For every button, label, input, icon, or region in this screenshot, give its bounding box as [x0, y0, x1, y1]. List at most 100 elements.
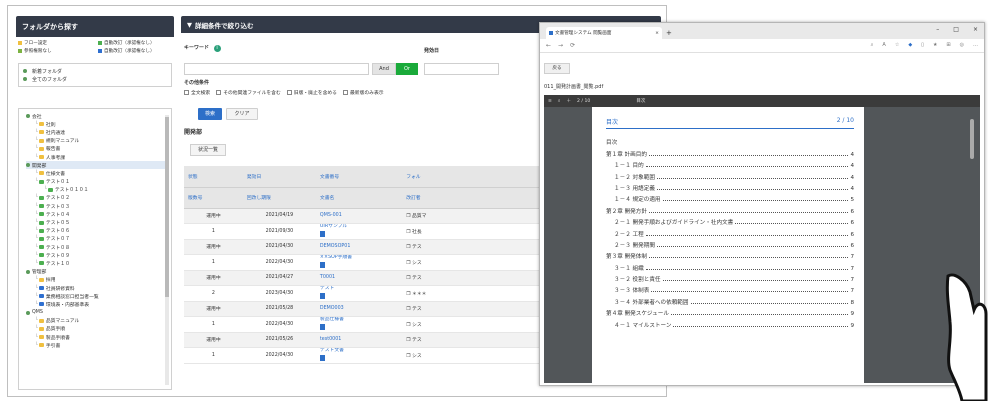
window-close-icon[interactable]: × [973, 26, 978, 33]
tree-item[interactable]: 会社 [26, 112, 165, 120]
toc-entry[interactable]: １－１ 目的 4 [606, 158, 854, 169]
zoom-in-icon[interactable]: ＋ [566, 98, 571, 104]
close-icon[interactable]: × [655, 31, 659, 36]
document-link[interactable]: QMS-001 [320, 213, 342, 218]
toc-entry[interactable]: ２－２ 工程 6 [606, 226, 854, 238]
table-header-status[interactable]: 状態 [184, 166, 243, 188]
page-number[interactable]: 2 / 10 [577, 99, 590, 104]
document-link[interactable]: DEMO003 [320, 306, 344, 311]
toc-entry[interactable]: ３－１ 組織 7 [606, 260, 854, 272]
toc-entry[interactable]: １－４ 規定の適用 5 [606, 192, 854, 203]
search-icon[interactable]: ⌕ [558, 98, 561, 104]
zoom-icon[interactable]: ⌕ [871, 42, 874, 48]
toc-entry[interactable]: ４－１ マイルストーン 9 [606, 317, 854, 329]
document-link[interactable]: DEMOSOP01 [320, 244, 350, 249]
tree-scrollbar-thumb[interactable] [165, 117, 169, 297]
and-button[interactable]: And [372, 63, 396, 75]
document-link[interactable]: テスト文書 [320, 348, 344, 353]
info-icon[interactable]: i [213, 45, 221, 52]
tree-item[interactable]: └ 仕様文書 [26, 169, 165, 177]
option-checkbox[interactable]: 旧版・廃止を含める [286, 89, 337, 96]
tree-item[interactable]: └ 規則マニュアル [26, 137, 165, 145]
tree-item[interactable]: └ テスト０１０１ [26, 186, 165, 194]
checkbox-box[interactable] [342, 90, 348, 95]
toc-entry[interactable]: ３－２ 役割と責任 7 [606, 272, 854, 283]
tree-item[interactable]: └ 社員研修資料 [26, 284, 165, 292]
top-folder-item[interactable]: 新着フォルダ [23, 67, 167, 75]
document-icon[interactable] [319, 324, 325, 331]
tree-item[interactable]: └ テスト１０ [26, 259, 165, 267]
table-header-version[interactable]: 版数号 [184, 187, 243, 209]
toc-entry[interactable]: 第２章 開発方針 6 [606, 203, 854, 215]
document-link[interactable]: test0001 [320, 337, 341, 342]
new-tab-icon[interactable]: + [666, 29, 672, 37]
document-icon[interactable] [319, 355, 325, 362]
tree-item[interactable]: └ 人事考課 [26, 153, 165, 161]
date-input[interactable] [424, 63, 499, 75]
toc-entry[interactable]: ２－１ 開発手順およびガイドライン・社内文書 6 [606, 215, 854, 226]
top-folder-item[interactable]: 全てのフォルダ [23, 75, 167, 83]
table-header-date[interactable]: 発効日 [242, 166, 316, 188]
checkbox-box[interactable] [184, 90, 189, 95]
checkbox-box[interactable] [216, 90, 222, 95]
tree-item[interactable]: └ テスト０５ [26, 218, 165, 226]
tree-item[interactable]: └ 採用 [26, 276, 165, 284]
tree-item[interactable]: └ テスト０３ [26, 202, 165, 210]
collections-icon[interactable]: ⊞ [946, 42, 950, 48]
document-link[interactable]: UIRサンプル [320, 224, 347, 229]
toc-entry[interactable]: ３－４ 外部業者への依頼範囲 8 [606, 294, 854, 306]
toc-entry[interactable]: １－２ 対象範囲 4 [606, 169, 854, 181]
back-button[interactable]: 戻る [544, 63, 570, 74]
document-link[interactable]: ××SOP手順書 [320, 255, 352, 260]
extensions-icon[interactable]: ◎ [960, 42, 964, 48]
toc-entry[interactable]: 第３章 開発体制 7 [606, 249, 854, 260]
table-header-docno[interactable]: 文書番号 [315, 166, 403, 188]
toc-entry[interactable]: 第１章 計画目的 4 [606, 146, 854, 158]
toc-entry[interactable]: 第４章 開発スケジュール 9 [606, 306, 854, 317]
tree-item[interactable]: └ 社内通達 [26, 128, 165, 136]
toc-entry[interactable]: 目次 [606, 135, 854, 146]
table-header-deadline[interactable]: 回改し期限 [242, 187, 316, 209]
or-button[interactable]: Or [396, 63, 418, 75]
tree-item[interactable]: └ 品質手順 [26, 325, 165, 333]
forward-arrow-icon[interactable]: → [558, 42, 563, 49]
document-link[interactable]: 製品仕様書 [320, 317, 344, 322]
keyword-input[interactable] [184, 63, 369, 75]
document-icon[interactable] [319, 293, 325, 300]
maximize-icon[interactable]: □ [953, 26, 959, 33]
checkbox-box[interactable] [286, 90, 292, 95]
address-input[interactable] [582, 41, 882, 50]
search-button[interactable]: 検索 [198, 108, 222, 120]
browser-tab[interactable]: 文書管理システム 閲覧画面 × [546, 27, 662, 39]
table-header-docname[interactable]: 文書名 [315, 187, 403, 209]
tree-item[interactable]: └ 社則 [26, 120, 165, 128]
document-link[interactable]: T0001 [320, 275, 335, 280]
clear-button[interactable]: クリア [226, 108, 258, 120]
option-checkbox[interactable]: その他関連ファイルを含む [216, 89, 281, 96]
pdf-viewer[interactable]: 目次 2 / 10 目次 第１章 計画目的 4 １－１ 目的 4 １－２ 対象範囲 4 １－３… [544, 107, 980, 383]
tree-item[interactable]: └ 業務相談窓口担当者一覧 [26, 292, 165, 300]
document-link[interactable]: テスト [320, 286, 334, 291]
split-icon[interactable]: ▯ [921, 42, 924, 48]
tree-item[interactable]: └ 報告書 [26, 145, 165, 153]
tree-item[interactable]: QMS [26, 309, 165, 317]
document-icon[interactable] [319, 262, 325, 269]
tree-item[interactable]: └ テスト０７ [26, 235, 165, 243]
menu-icon[interactable]: ≡ [548, 99, 552, 104]
tree-item[interactable]: └ テスト０６ [26, 227, 165, 235]
document-icon[interactable] [319, 231, 325, 238]
toc-entry[interactable]: １－３ 用語定義 4 [606, 181, 854, 192]
minimize-icon[interactable]: – [936, 26, 939, 33]
option-checkbox[interactable]: 全文検索 [184, 89, 210, 96]
tree-item[interactable]: └ テスト０９ [26, 251, 165, 259]
tree-item[interactable]: └ テスト０２ [26, 194, 165, 202]
tree-item[interactable]: └ 品質マニュアル [26, 317, 165, 325]
tree-item[interactable]: 管理部 [26, 268, 165, 276]
pdf-scrollbar-thumb[interactable] [970, 119, 974, 159]
option-checkbox[interactable]: 最新版のみ表示 [342, 89, 384, 96]
read-aloud-icon[interactable]: A [882, 42, 885, 48]
toc-entry[interactable]: ３－３ 体制表 7 [606, 283, 854, 294]
favorites-icon[interactable]: ★ [933, 42, 937, 48]
tree-item[interactable]: └ 手引書 [26, 341, 165, 349]
more-icon[interactable]: … [973, 42, 978, 48]
